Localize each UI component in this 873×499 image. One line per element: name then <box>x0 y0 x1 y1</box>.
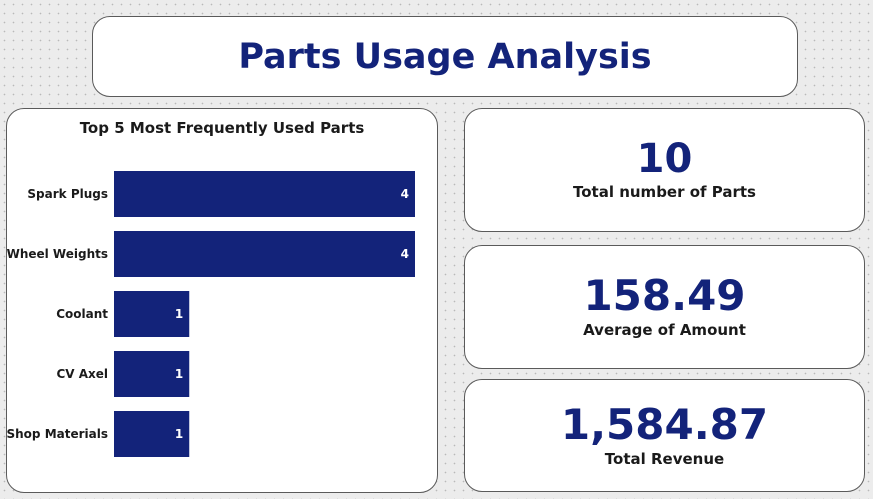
bar[interactable] <box>114 231 415 277</box>
category-label: Shop Materials <box>7 427 108 441</box>
category-label: CV Axel <box>56 367 108 381</box>
data-label: 1 <box>175 427 183 441</box>
kpi-value-average-amount: 158.49 <box>583 271 746 320</box>
data-label: 4 <box>401 187 409 201</box>
data-label: 1 <box>175 367 183 381</box>
kpi-card-total-revenue[interactable]: 1,584.87 Total Revenue <box>464 379 865 492</box>
kpi-card-total-parts[interactable]: 10 Total number of Parts <box>464 108 865 232</box>
title-card: Parts Usage Analysis <box>92 16 798 97</box>
category-label: Wheel Weights <box>7 247 108 261</box>
data-label: 1 <box>175 307 183 321</box>
kpi-label-total-revenue: Total Revenue <box>604 449 725 468</box>
kpi-label-total-parts: Total number of Parts <box>573 183 756 201</box>
category-label: Coolant <box>56 307 108 321</box>
category-label: Spark Plugs <box>27 187 108 201</box>
kpi-value-total-parts: 10 <box>636 136 693 182</box>
page-title: Parts Usage Analysis <box>238 36 652 77</box>
data-label: 4 <box>401 247 409 261</box>
kpi-card-average-amount[interactable]: 158.49 Average of Amount <box>464 245 865 369</box>
bar-chart[interactable]: Spark Plugs 4 Wheel Weights 4 Coolant 1 CV Axe… <box>7 109 437 492</box>
kpi-value-total-revenue: 1,584.87 <box>560 399 769 449</box>
bar-chart-card[interactable]: Top 5 Most Frequently Used Parts Spark P… <box>6 108 438 493</box>
bar[interactable] <box>114 171 415 217</box>
kpi-label-average-amount: Average of Amount <box>583 321 746 339</box>
